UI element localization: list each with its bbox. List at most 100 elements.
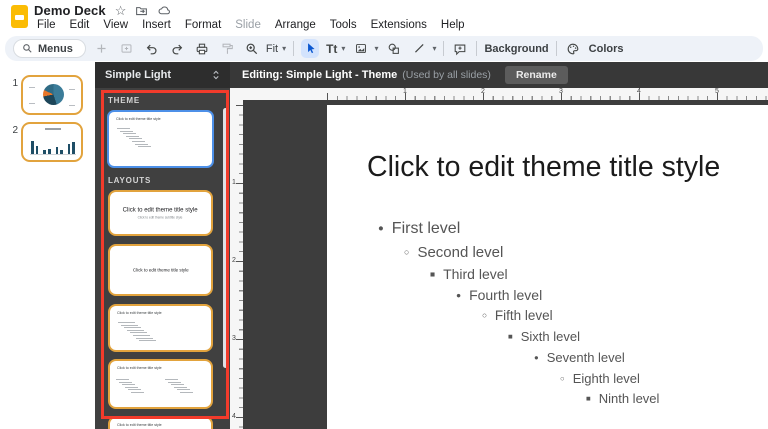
line-caret-icon[interactable]: ▾: [432, 44, 436, 53]
horizontal-ruler: 1 2 3 4 5: [230, 88, 768, 100]
vertical-ruler: 1 2 3 4: [230, 100, 243, 429]
bullet-level-5[interactable]: ○ Fifth level: [482, 305, 659, 326]
rename-button[interactable]: Rename: [504, 66, 568, 84]
move-folder-icon[interactable]: [135, 4, 148, 17]
square-bullet-icon: ■: [430, 268, 436, 279]
thumb-title-text: Click to edit theme title style: [117, 366, 162, 371]
menu-bar: File Edit View Insert Format Slide Arran…: [30, 17, 472, 33]
star-icon[interactable]: ☆: [115, 4, 127, 17]
zoom-icon[interactable]: [243, 39, 261, 58]
bullet-level-1[interactable]: ● First level: [378, 216, 659, 241]
cursor-arrow-icon: [307, 43, 315, 54]
title-bar: Demo Deck ☆ File Edit View Insert Format…: [0, 0, 768, 36]
theme-title-placeholder[interactable]: Click to edit theme title style: [367, 151, 720, 184]
slide-number: 1: [12, 78, 18, 89]
menu-insert[interactable]: Insert: [135, 17, 178, 33]
text-box-tool-button[interactable]: Tt: [326, 42, 337, 56]
editor-main: Editing: Simple Light - Theme (Used by a…: [230, 62, 768, 429]
theme-panel-body: THEME Click to edit theme title style LA…: [95, 88, 230, 429]
menu-help[interactable]: Help: [434, 17, 472, 33]
cloud-saved-icon[interactable]: [157, 4, 171, 17]
insert-comment-button[interactable]: [451, 39, 469, 58]
menu-arrange[interactable]: Arrange: [268, 17, 323, 33]
text-tool-caret-icon[interactable]: ▾: [341, 44, 345, 53]
bullet-level-2[interactable]: ○ Second level: [404, 241, 659, 263]
hollow-circle-bullet-icon: ○: [560, 373, 565, 383]
zoom-caret-icon[interactable]: ▾: [282, 44, 286, 53]
insert-line-button[interactable]: [410, 39, 428, 58]
ruler-number: 4: [232, 413, 236, 420]
filmstrip-slide-1[interactable]: 1: [0, 75, 95, 115]
theme-master-thumbnail[interactable]: Click to edit theme title style: [107, 110, 214, 168]
unfold-more-icon[interactable]: [210, 69, 222, 81]
search-icon: [23, 44, 32, 53]
square-bullet-icon: ■: [508, 332, 513, 341]
slide-1-thumbnail-pie-chart[interactable]: [21, 75, 83, 115]
google-slides-app: Demo Deck ☆ File Edit View Insert Format…: [0, 0, 768, 429]
slide-filmstrip: 1 2: [0, 62, 95, 429]
document-title[interactable]: Demo Deck: [34, 3, 106, 18]
thumb-subtitle-text: Click to edit theme subtitle style: [138, 215, 183, 220]
thumb-bullet-cascade: [116, 379, 144, 395]
layout-thumbnail-title-body[interactable]: Click to edit theme title style: [108, 304, 213, 352]
panel-scrollbar[interactable]: [223, 108, 228, 368]
menu-slide: Slide: [235, 19, 261, 31]
theme-panel: Simple Light THEME Click to edit theme t…: [95, 62, 230, 429]
slide-2-thumbnail-bar-chart[interactable]: [21, 122, 83, 162]
used-by-label: (Used by all slides): [402, 69, 491, 81]
layout-thumbnail-title-only[interactable]: Click to edit theme title style: [108, 244, 213, 296]
palette-icon[interactable]: [564, 39, 582, 58]
thumb-bullet-cascade: [118, 322, 156, 343]
insert-image-button[interactable]: [352, 39, 370, 58]
bullet-level-6[interactable]: ■ Sixth level: [508, 326, 659, 347]
layout-thumbnail-title-subtitle[interactable]: Click to edit theme title style Click to…: [108, 190, 213, 236]
toolbar-divider: [443, 41, 445, 56]
menu-format[interactable]: Format: [178, 17, 228, 33]
filled-circle-bullet-icon: ●: [378, 223, 384, 234]
toolbar-divider: [293, 41, 295, 56]
pie-chart-graphic: [43, 84, 64, 105]
insert-shape-button[interactable]: [385, 39, 403, 58]
new-slide-plus-icon: [93, 39, 111, 58]
zoom-level-select[interactable]: Fit: [266, 43, 278, 55]
ruler-number: 4: [637, 88, 641, 95]
redo-icon[interactable]: [168, 39, 186, 58]
menu-tools[interactable]: Tools: [323, 17, 364, 33]
menu-extensions[interactable]: Extensions: [364, 17, 434, 33]
print-icon[interactable]: [193, 39, 211, 58]
layout-thumbnail-two-columns[interactable]: Click to edit theme title style: [108, 359, 213, 409]
menus-search-button[interactable]: Menus: [13, 39, 86, 58]
theme-body-placeholder[interactable]: ● First level ○ Second level ■ Third level …: [378, 216, 659, 408]
layouts-section-label: LAYOUTS: [108, 176, 152, 185]
slides-logo-icon[interactable]: [11, 5, 28, 28]
menu-file[interactable]: File: [30, 17, 63, 33]
filled-circle-bullet-icon: ●: [456, 289, 462, 300]
paint-format-icon: [218, 39, 236, 58]
theme-selector[interactable]: Simple Light: [95, 62, 230, 88]
canvas-background: Click to edit theme title style ● First l…: [243, 100, 768, 429]
menu-view[interactable]: View: [96, 17, 135, 33]
bullet-level-8[interactable]: ○ Eighth level: [560, 368, 659, 388]
layout-thumbnail-partial[interactable]: Click to edit theme title style: [108, 416, 213, 429]
menu-edit[interactable]: Edit: [63, 17, 97, 33]
square-bullet-icon: ■: [586, 393, 591, 403]
thumb-title-text: Click to edit theme title style: [117, 311, 162, 316]
editing-label: Editing: Simple Light - Theme: [242, 69, 398, 81]
slide-page[interactable]: Click to edit theme title style ● First l…: [327, 105, 768, 429]
thumb-bullet-cascade: [165, 379, 193, 395]
filmstrip-slide-2[interactable]: 2: [0, 122, 95, 162]
ruler-number: 1: [232, 179, 236, 186]
bullet-level-3[interactable]: ■ Third level: [430, 263, 659, 284]
bullet-level-4[interactable]: ● Fourth level: [456, 284, 659, 305]
toolbar: Menus Fit ▾ Tt ▾ ▾ ▾ Background Colors: [5, 36, 763, 61]
undo-icon[interactable]: [143, 39, 161, 58]
image-caret-icon[interactable]: ▾: [374, 44, 378, 53]
background-button[interactable]: Background: [484, 43, 548, 55]
colors-button[interactable]: Colors: [589, 43, 624, 55]
select-tool-button[interactable]: [301, 39, 320, 58]
bullet-level-9[interactable]: ■ Ninth level: [586, 388, 659, 408]
bullet-level-7[interactable]: ● Seventh level: [534, 347, 659, 368]
thumb-title-text: Click to edit theme title style: [116, 117, 161, 122]
hollow-circle-bullet-icon: ○: [404, 247, 410, 257]
bar-chart-graphic: [31, 138, 75, 154]
